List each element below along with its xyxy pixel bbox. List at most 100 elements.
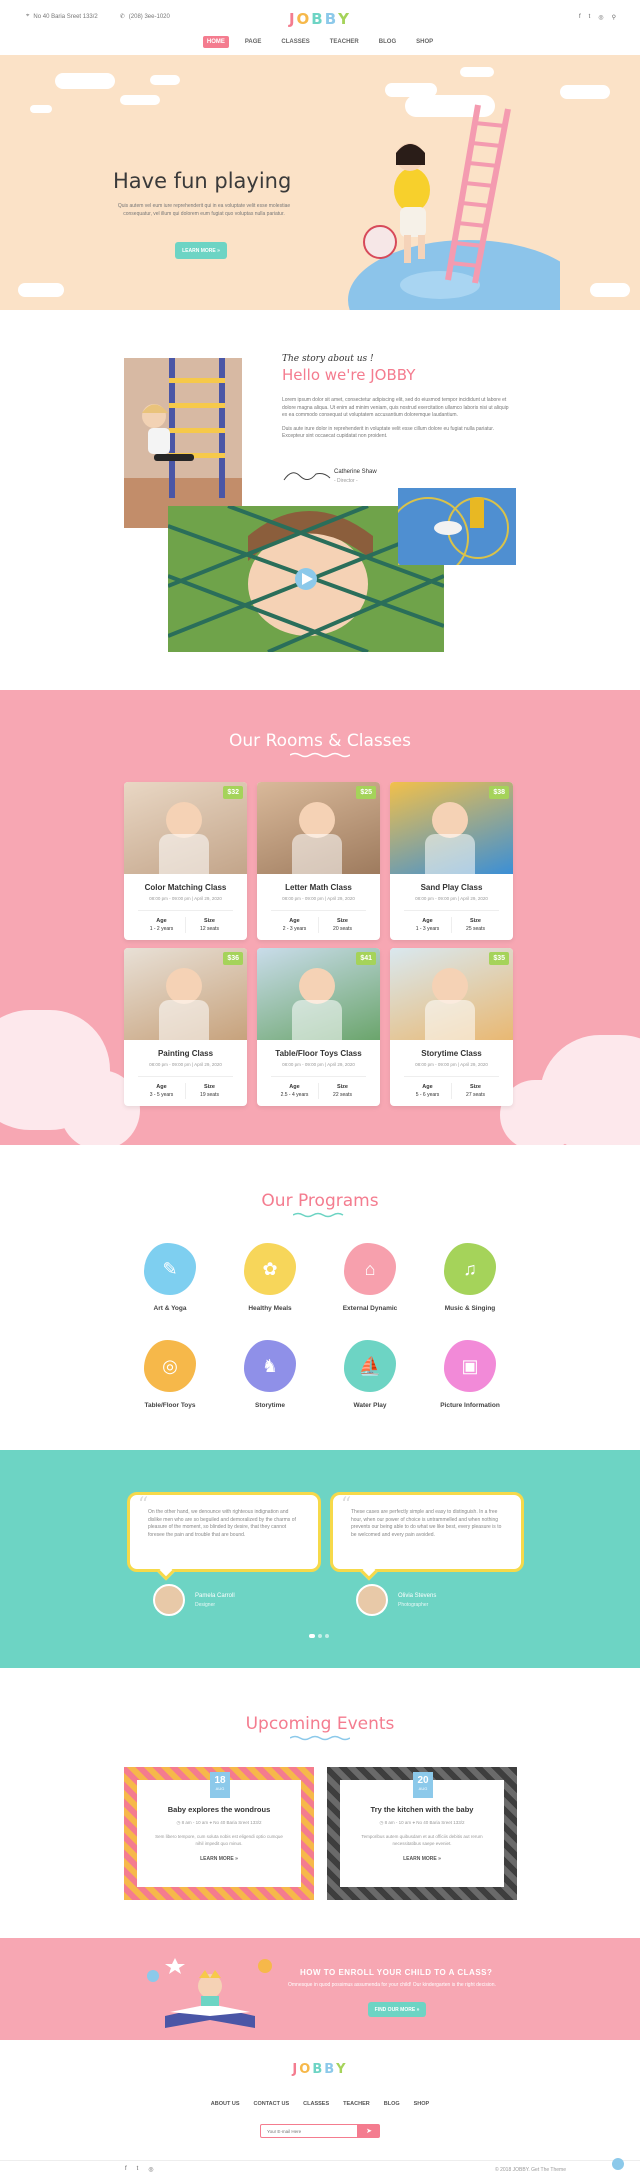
class-card[interactable]: $35 Storytime Class 08:00 pm - 09:00 pm | … [390,948,513,1106]
social-icon[interactable]: t [137,2166,139,2173]
class-card[interactable]: $32 Color Matching Class 08:00 pm - 09:00 … [124,782,247,940]
nav-item-blog[interactable]: BLOG [375,36,400,48]
testimonial-author: Pamela Carroll Designer [153,1584,235,1616]
age-value: 1 - 2 years [149,926,174,932]
carousel-dot[interactable] [318,1634,322,1638]
hero-learn-more-button[interactable]: LEARN MORE » [175,242,227,259]
class-age: Age 1 - 3 years [404,917,451,933]
social-icon[interactable]: ⚲ [612,14,616,21]
enroll-illustration [147,1958,272,2028]
program-icon-blob: ♫ [444,1243,496,1295]
class-child-figure [425,1000,475,1040]
event-card[interactable]: 18 AUG Baby explores the wondrous ◷ 8 am - … [124,1767,314,1900]
class-title[interactable]: Sand Play Class [390,883,513,892]
class-title[interactable]: Table/Floor Toys Class [257,1049,380,1058]
hero-illustration [348,104,560,310]
class-card[interactable]: $41 Table/Floor Toys Class 08:00 pm - 09:0… [257,948,380,1106]
size-label: Size [336,918,348,924]
nav-item-teacher[interactable]: TEACHER [326,36,363,48]
nav-item-classes[interactable]: CLASSES [277,36,313,48]
age-value: 2 - 3 years [282,926,307,932]
social-icon[interactable]: ◎ [598,14,603,21]
class-card[interactable]: $25 Letter Math Class 08:00 pm - 09:00 pm … [257,782,380,940]
event-card[interactable]: 20 AUG Try the kitchen with the baby ◷ 8 am… [327,1767,517,1900]
program-label: Storytime [255,1402,285,1409]
program-icon-blob: ◎ [144,1340,196,1392]
class-card[interactable]: $36 Painting Class 08:00 pm - 09:00 pm | A… [124,948,247,1106]
class-time: 08:00 pm - 09:00 pm [282,1062,324,1067]
event-learn-more-link[interactable]: LEARN MORE » [137,1856,301,1862]
testimonial-bubble: “On the other hand, we denounce with rig… [127,1492,321,1581]
program-item[interactable]: ◎ Table/Floor Toys [130,1340,210,1409]
class-card[interactable]: $38 Sand Play Class 08:00 pm - 09:00 pm | … [390,782,513,940]
header-logo[interactable]: JOBBY [0,10,640,28]
event-place: No 40 Baria Sreet 133/2 [416,1820,465,1825]
event-text: Sem libero tempore, cum soluta nobis est… [155,1834,283,1846]
author-role: Photographer [398,1601,429,1608]
program-label: Picture Information [440,1402,500,1409]
find-out-more-button[interactable]: FIND OUR MORE » [368,2002,426,2017]
class-title[interactable]: Letter Math Class [257,883,380,892]
footer-nav-item[interactable]: ABOUT US [211,2101,240,2107]
footer-nav-item[interactable]: TEACHER [343,2101,370,2107]
logo-letter: B [324,10,339,28]
footer-logo[interactable]: JOBBY [0,2062,640,2077]
class-image: $25 [257,782,380,874]
author-info: Olivia Stevens Photographer [398,1593,436,1608]
program-item[interactable]: ⌂ External Dynamic [330,1243,410,1312]
programs-title: Our Programs [261,1191,379,1211]
logo-letter: O [299,2062,313,2077]
event-place: No 40 Baria Sreet 133/2 [213,1820,262,1825]
testimonial-author: Olivia Stevens Photographer [356,1584,436,1616]
subscribe-button[interactable]: ➤ [358,2124,380,2138]
carousel-dots[interactable] [309,1634,329,1638]
program-item[interactable]: ✎ Art & Yoga [130,1243,210,1312]
footer-social-links: f t ◎ [125,2166,154,2173]
scroll-top-button[interactable] [612,2158,624,2170]
carousel-dot[interactable] [325,1634,329,1638]
class-time: 08:00 pm - 09:00 pm [282,896,324,901]
program-item[interactable]: ♫ Music & Singing [430,1243,510,1312]
class-age: Age 5 - 6 years [404,1083,451,1099]
class-date: April 29, 2020 [327,896,355,901]
program-item[interactable]: ✿ Healthy Meals [230,1243,310,1312]
footer-nav-item[interactable]: CLASSES [303,2101,329,2107]
author-info: Pamela Carroll Designer [195,1593,235,1608]
palette-icon: ✎ [162,1258,178,1279]
logo-letter: Y [338,10,352,28]
logo-letter: J [288,10,297,28]
logo-letter: B [312,2062,325,2077]
social-icon[interactable]: t [589,14,591,21]
size-value: 12 seats [200,926,219,932]
send-icon: ➤ [366,2128,372,2135]
event-day: 20 [417,1775,429,1786]
class-image: $38 [390,782,513,874]
program-icon-blob: ⛵ [344,1340,396,1392]
social-icon[interactable]: ◎ [148,2166,153,2173]
footer-nav-item[interactable]: SHOP [414,2101,430,2107]
class-title[interactable]: Storytime Class [390,1049,513,1058]
event-body: 18 AUG Baby explores the wondrous ◷ 8 am - … [137,1772,301,1887]
program-item[interactable]: ▣ Picture Information [430,1340,510,1409]
event-learn-more-link[interactable]: LEARN MORE » [340,1856,504,1862]
class-child-figure [159,1000,209,1040]
footer-nav-item[interactable]: CONTACT US [254,2101,290,2107]
carousel-dot[interactable] [309,1634,315,1638]
nav-item-page[interactable]: PAGE [241,36,266,48]
class-title[interactable]: Color Matching Class [124,883,247,892]
nav-item-home[interactable]: HOME [202,36,229,48]
social-icon[interactable]: f [125,2166,127,2173]
program-item[interactable]: ♞ Storytime [230,1340,310,1409]
program-item[interactable]: ⛵ Water Play [330,1340,410,1409]
class-schedule: 08:00 pm - 09:00 pm | April 29, 2020 [149,1062,222,1067]
nav-item-shop[interactable]: SHOP [412,36,437,48]
social-icon[interactable]: f [579,14,581,21]
footer-nav-item[interactable]: BLOG [384,2101,400,2107]
program-label: Music & Singing [444,1305,496,1312]
testimonial-text: On the other hand, we denounce with righ… [148,1509,296,1538]
food-icon: ✿ [262,1258,278,1279]
email-input[interactable] [260,2124,358,2138]
age-value: 5 - 6 years [415,1092,440,1098]
class-title[interactable]: Painting Class [124,1049,247,1058]
class-child-figure [166,802,202,838]
